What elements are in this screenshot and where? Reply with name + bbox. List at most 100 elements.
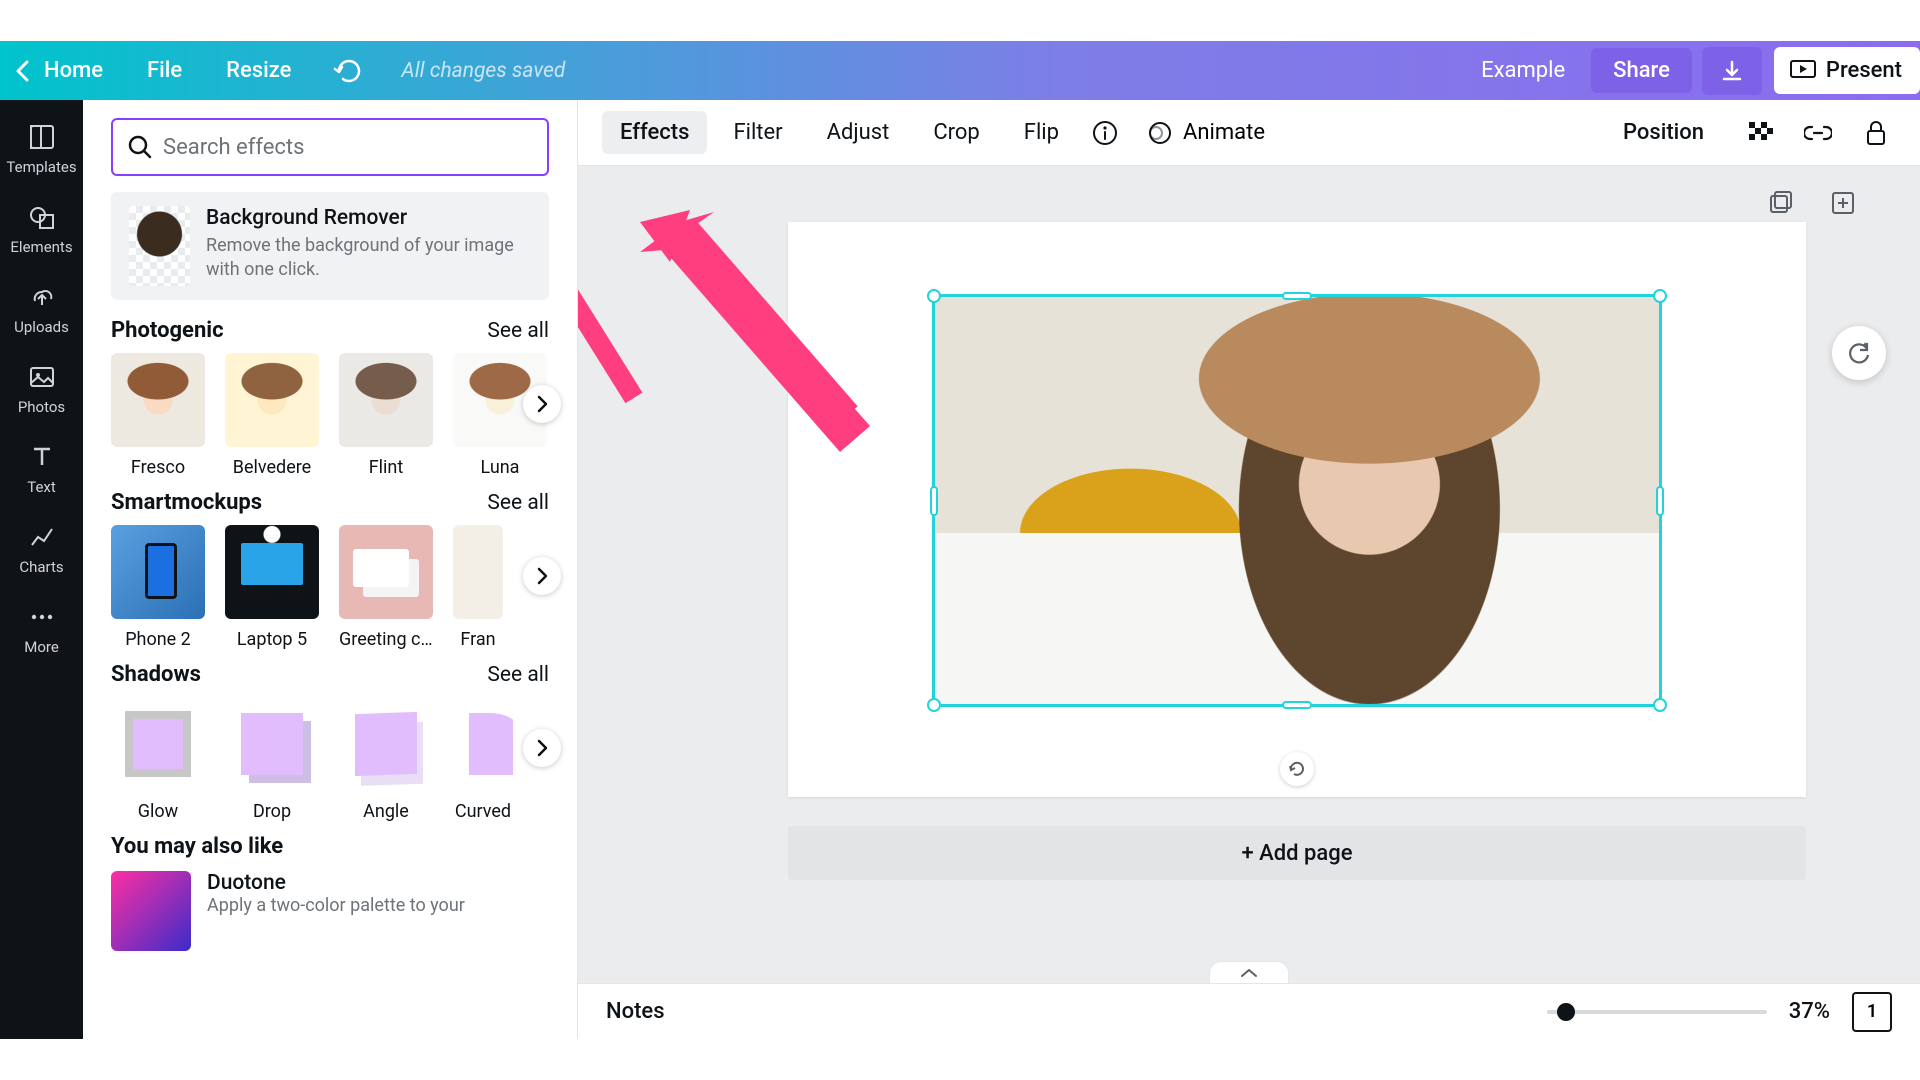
smartmockups-see-all[interactable]: See all: [487, 491, 549, 515]
smartmockups-next[interactable]: [523, 557, 561, 595]
toolbar-animate[interactable]: Animate: [1133, 111, 1279, 155]
rail-photos[interactable]: Photos: [0, 350, 83, 430]
design-title[interactable]: Example: [1455, 58, 1591, 83]
zoom-controls: 37% 1: [1547, 992, 1892, 1032]
page-count-value: 1: [1867, 1001, 1877, 1022]
mockup-greeting-card[interactable]: Greeting car…: [339, 525, 433, 650]
rail-uploads[interactable]: Uploads: [0, 270, 83, 350]
chevron-up-icon: [1240, 968, 1258, 978]
shadow-angle[interactable]: Angle: [339, 697, 433, 822]
shadow-curved[interactable]: Curved: [453, 697, 513, 822]
rail-label: Templates: [6, 158, 76, 176]
thumb-image: [111, 353, 205, 447]
thumb-image: [225, 525, 319, 619]
expand-notes-tab[interactable]: [1209, 961, 1289, 983]
mockup-phone2[interactable]: Phone 2: [111, 525, 205, 650]
uploads-icon: [27, 282, 57, 312]
duotone-card[interactable]: Duotone Apply a two-color palette to you…: [111, 871, 549, 951]
design-page[interactable]: [788, 222, 1806, 797]
chevron-right-icon: [536, 567, 548, 585]
effects-search-input[interactable]: [163, 135, 533, 160]
duotone-thumb: [111, 871, 191, 951]
photogenic-next[interactable]: [523, 385, 561, 423]
shadow-drop[interactable]: Drop: [225, 697, 319, 822]
photogenic-flint[interactable]: Flint: [339, 353, 433, 478]
mockup-frame[interactable]: Fran: [453, 525, 503, 650]
rotate-handle[interactable]: [1280, 752, 1314, 786]
resize-handle-left[interactable]: [930, 486, 938, 516]
rail-label: Elements: [10, 238, 72, 256]
resize-handle-bl[interactable]: [927, 698, 941, 712]
toolbar-info[interactable]: [1085, 113, 1125, 153]
rail-text[interactable]: Text: [0, 430, 83, 510]
annotation-arrow-bgremover: [578, 266, 670, 440]
photogenic-fresco[interactable]: Fresco: [111, 353, 205, 478]
file-menu[interactable]: File: [125, 58, 204, 83]
toolbar-transparency[interactable]: [1740, 113, 1780, 153]
text-icon: [27, 442, 57, 472]
thumb-image: [339, 525, 433, 619]
thumb-label: Glow: [138, 801, 178, 822]
add-page-above-button[interactable]: [1826, 186, 1860, 220]
photos-icon: [27, 362, 57, 392]
bg-remover-description: Remove the background of your image with…: [206, 234, 531, 283]
toolbar-link[interactable]: [1798, 113, 1838, 153]
zoom-slider[interactable]: [1547, 1010, 1767, 1014]
background-remover-card[interactable]: Background Remover Remove the background…: [111, 192, 549, 300]
photogenic-row: Fresco Belvedere Flint Luna: [111, 353, 549, 478]
duotone-title: Duotone: [207, 871, 465, 895]
shadows-see-all[interactable]: See all: [487, 663, 549, 687]
page-grid-button[interactable]: 1: [1852, 992, 1892, 1032]
shadow-glow[interactable]: Glow: [111, 697, 205, 822]
shadows-next[interactable]: [523, 729, 561, 767]
rail-elements[interactable]: Elements: [0, 190, 83, 270]
smartmockups-title: Smartmockups: [111, 490, 262, 515]
resize-handle-top[interactable]: [1282, 292, 1312, 300]
download-button[interactable]: [1702, 47, 1762, 95]
share-button[interactable]: Share: [1591, 48, 1692, 93]
toolbar-lock[interactable]: [1856, 113, 1896, 153]
home-button[interactable]: Home: [0, 41, 125, 100]
zoom-slider-thumb[interactable]: [1557, 1003, 1575, 1021]
menu-right-group: Example Share Present: [1455, 41, 1920, 100]
effects-scroll[interactable]: Background Remover Remove the background…: [83, 100, 577, 1039]
rail-charts[interactable]: Charts: [0, 510, 83, 590]
animate-icon: [1147, 120, 1173, 146]
add-page-button[interactable]: + Add page: [788, 826, 1806, 880]
resize-handle-bottom[interactable]: [1282, 701, 1312, 709]
duplicate-icon: [1768, 190, 1794, 216]
app-menu-bar: Home File Resize All changes saved Examp…: [0, 41, 1920, 100]
mockup-laptop5[interactable]: Laptop 5: [225, 525, 319, 650]
you-may-title: You may also like: [111, 834, 549, 859]
transparency-icon: [1747, 120, 1773, 146]
toolbar-crop[interactable]: Crop: [915, 111, 997, 154]
resize-handle-tr[interactable]: [1653, 289, 1667, 303]
toolbar-filter[interactable]: Filter: [715, 111, 800, 154]
canvas-zone[interactable]: + Add page Notes 37% 1: [578, 166, 1920, 1039]
chevron-left-icon: [14, 59, 32, 83]
resize-menu[interactable]: Resize: [204, 58, 313, 83]
toolbar-effects[interactable]: Effects: [602, 111, 707, 154]
effects-search[interactable]: [111, 118, 549, 176]
photogenic-belvedere[interactable]: Belvedere: [225, 353, 319, 478]
shadows-row: Glow Drop Angle Curved: [111, 697, 549, 822]
add-page-icon: [1830, 190, 1856, 216]
rail-templates[interactable]: Templates: [0, 110, 83, 190]
selected-image[interactable]: [932, 294, 1662, 707]
rail-more[interactable]: More: [0, 590, 83, 670]
toolbar-flip[interactable]: Flip: [1006, 111, 1077, 154]
photogenic-see-all[interactable]: See all: [487, 319, 549, 343]
resize-handle-br[interactable]: [1653, 698, 1667, 712]
resize-handle-right[interactable]: [1656, 486, 1664, 516]
zoom-value[interactable]: 37%: [1789, 999, 1830, 1024]
effects-panel: Background Remover Remove the background…: [83, 100, 578, 1039]
floating-regenerate[interactable]: [1832, 326, 1886, 380]
resize-handle-tl[interactable]: [927, 289, 941, 303]
toolbar-adjust[interactable]: Adjust: [809, 111, 908, 154]
toolbar-position[interactable]: Position: [1605, 111, 1722, 154]
notes-button[interactable]: Notes: [606, 999, 665, 1024]
duplicate-page-button[interactable]: [1764, 186, 1798, 220]
present-button[interactable]: Present: [1774, 47, 1920, 94]
search-icon: [127, 134, 153, 160]
undo-button[interactable]: [313, 59, 383, 83]
